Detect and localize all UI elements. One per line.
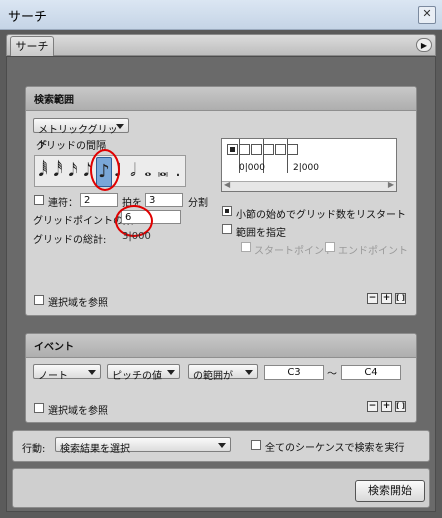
event-cond-value: の範囲が bbox=[193, 371, 233, 382]
tuplet-label: 連符： bbox=[48, 198, 78, 209]
start-point-label: スタートポイント bbox=[254, 246, 334, 257]
all-sequences-checkbox[interactable] bbox=[251, 440, 261, 450]
action-label: 行動: bbox=[22, 444, 46, 455]
action-value: 検索結果を選択 bbox=[60, 444, 130, 455]
ruler-label-1: 2|000 bbox=[293, 163, 319, 173]
red-annotation-circle-note bbox=[90, 149, 120, 191]
search-range-minus-button[interactable]: − bbox=[367, 293, 378, 304]
pitch-to-input[interactable]: C4 bbox=[341, 365, 401, 380]
chevron-down-icon bbox=[116, 124, 124, 129]
scroll-left-icon[interactable]: ◀ bbox=[224, 180, 230, 189]
event-header: イベント bbox=[26, 334, 416, 358]
search-range-ref-selection-checkbox[interactable] bbox=[34, 295, 44, 305]
grid-cell bbox=[239, 144, 250, 155]
tuplet-input[interactable]: 2 bbox=[80, 193, 118, 207]
event-attr-dropdown[interactable]: ピッチの値 bbox=[107, 364, 180, 382]
tuplet-checkbox[interactable] bbox=[34, 195, 44, 205]
search-range-plus-button[interactable]: + bbox=[381, 293, 392, 304]
grid-total-value: 3|000 bbox=[122, 231, 151, 242]
note-button-7[interactable]: 𝅝 bbox=[141, 157, 155, 185]
grid-cell bbox=[275, 144, 286, 155]
close-button[interactable]: ✕ bbox=[418, 6, 436, 24]
beat-input[interactable]: 3 bbox=[145, 193, 183, 207]
ruler-tick bbox=[287, 139, 288, 173]
event-attr-value: ピッチの値 bbox=[112, 371, 162, 382]
split-label: 分割 bbox=[188, 198, 208, 209]
event-ref-selection-checkbox[interactable] bbox=[34, 403, 44, 413]
restart-checkbox[interactable] bbox=[222, 206, 232, 216]
note-button-0[interactable]: 𝅘𝅥𝅱 bbox=[36, 157, 50, 185]
range-checkbox[interactable] bbox=[222, 224, 232, 234]
note-button-9[interactable]: . bbox=[171, 157, 185, 185]
event-minus-button[interactable]: − bbox=[367, 401, 378, 412]
tilde-label: 〜 bbox=[327, 369, 337, 380]
grid-cell bbox=[227, 144, 238, 155]
note-button-2[interactable]: 𝅘𝅥𝅯 bbox=[66, 157, 80, 185]
grid-cell bbox=[287, 144, 298, 155]
all-sequences-label: 全てのシーケンスで検索を実行 bbox=[265, 443, 405, 454]
chevron-down-icon bbox=[167, 370, 175, 375]
event-ref-selection-label: 選択域を参照 bbox=[48, 406, 108, 417]
grid-cell bbox=[263, 144, 274, 155]
action-dropdown[interactable]: 検索結果を選択 bbox=[55, 437, 231, 455]
restart-label: 小節の始めでグリッド数をリスタート bbox=[236, 210, 406, 221]
search-range-header: 検索範囲 bbox=[26, 87, 416, 111]
note-button-6[interactable]: 𝅗𝅥 bbox=[126, 157, 140, 185]
event-bracket-button[interactable]: [ ] bbox=[395, 401, 406, 412]
search-range-ref-selection-label: 選択域を参照 bbox=[48, 298, 108, 309]
search-range-bracket-button[interactable]: [ ] bbox=[395, 293, 406, 304]
play-icon[interactable]: ▶ bbox=[416, 38, 432, 52]
tab-search[interactable]: サーチ bbox=[10, 36, 54, 56]
note-button-8[interactable]: 𝅜 bbox=[156, 157, 170, 185]
event-cond-dropdown[interactable]: の範囲が bbox=[188, 364, 258, 382]
ruler-label-0: 0|000 bbox=[239, 163, 265, 173]
chevron-down-icon bbox=[245, 370, 253, 375]
grid-cell bbox=[251, 144, 262, 155]
grid-preview: 0|000 2|000 ◀ ▶ bbox=[221, 138, 397, 192]
event-type-value: ノート bbox=[38, 371, 68, 382]
window-title: サーチ bbox=[8, 10, 48, 25]
grid-total-label: グリッドの総計: bbox=[33, 235, 107, 246]
grid-interval-label: グリッドの間隔 bbox=[36, 141, 106, 152]
grid-mode-dropdown[interactable]: メトリックグリッド bbox=[33, 118, 129, 151]
chevron-down-icon bbox=[88, 370, 96, 375]
event-plus-button[interactable]: + bbox=[381, 401, 392, 412]
tab-strip bbox=[6, 34, 436, 56]
scroll-right-icon[interactable]: ▶ bbox=[388, 180, 394, 189]
range-label: 範囲を指定 bbox=[236, 228, 286, 239]
event-type-dropdown[interactable]: ノート bbox=[33, 364, 101, 382]
end-point-checkbox[interactable] bbox=[325, 242, 335, 252]
ruler-scrollbar[interactable]: ◀ ▶ bbox=[222, 180, 396, 191]
chevron-down-icon bbox=[218, 443, 226, 448]
start-search-button[interactable]: 検索開始 bbox=[355, 480, 425, 502]
title-bar: サーチ ✕ bbox=[0, 0, 442, 30]
end-point-label: エンドポイント bbox=[338, 246, 408, 257]
pitch-from-input[interactable]: C3 bbox=[264, 365, 324, 380]
note-button-1[interactable]: 𝅘𝅥𝅰 bbox=[51, 157, 65, 185]
start-point-checkbox[interactable] bbox=[241, 242, 251, 252]
